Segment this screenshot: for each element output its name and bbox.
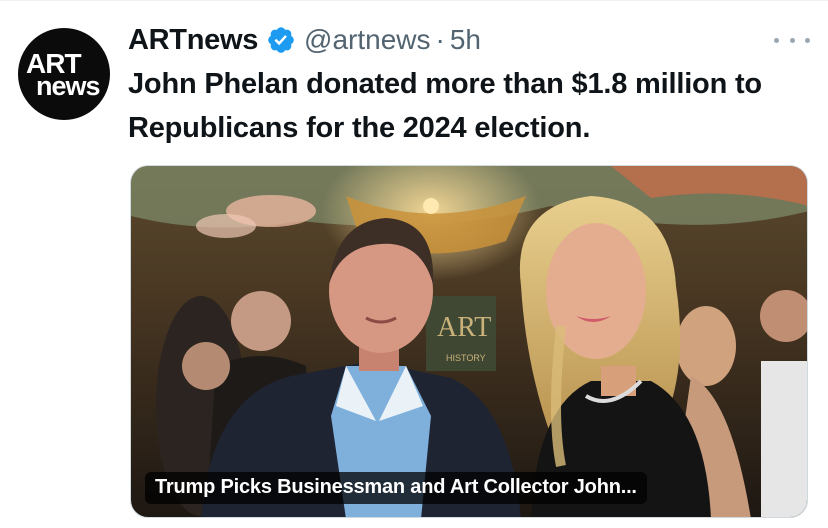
display-name[interactable]: ARTnews <box>128 24 258 57</box>
tweet-header: ARTnews @artnews · 5h <box>128 22 481 58</box>
media-card-title: Trump Picks Businessman and Art Collecto… <box>145 472 647 504</box>
bg-sign-text: ART <box>437 312 491 343</box>
tweet[interactable]: ART news ARTnews @artnews · 5h John Phel… <box>0 0 828 528</box>
more-options-icon[interactable] <box>774 30 810 50</box>
handle[interactable]: @artnews <box>304 24 430 56</box>
divider <box>0 0 828 1</box>
separator-dot: · <box>435 24 445 55</box>
tweet-text: John Phelan donated more than $1.8 milli… <box>128 68 762 144</box>
verified-badge-icon[interactable] <box>266 25 296 55</box>
more-dot <box>774 37 779 43</box>
media-card[interactable]: ART HISTORY Trump Picks Businessman and … <box>130 165 808 518</box>
timestamp[interactable]: 5h <box>450 24 481 56</box>
avatar[interactable]: ART news <box>18 28 110 120</box>
more-dot <box>805 37 810 43</box>
more-dot <box>789 37 795 43</box>
bg-sign-subtext: HISTORY <box>446 353 486 363</box>
avatar-text-news: news <box>36 71 101 101</box>
media-photo: ART HISTORY <box>131 166 807 517</box>
